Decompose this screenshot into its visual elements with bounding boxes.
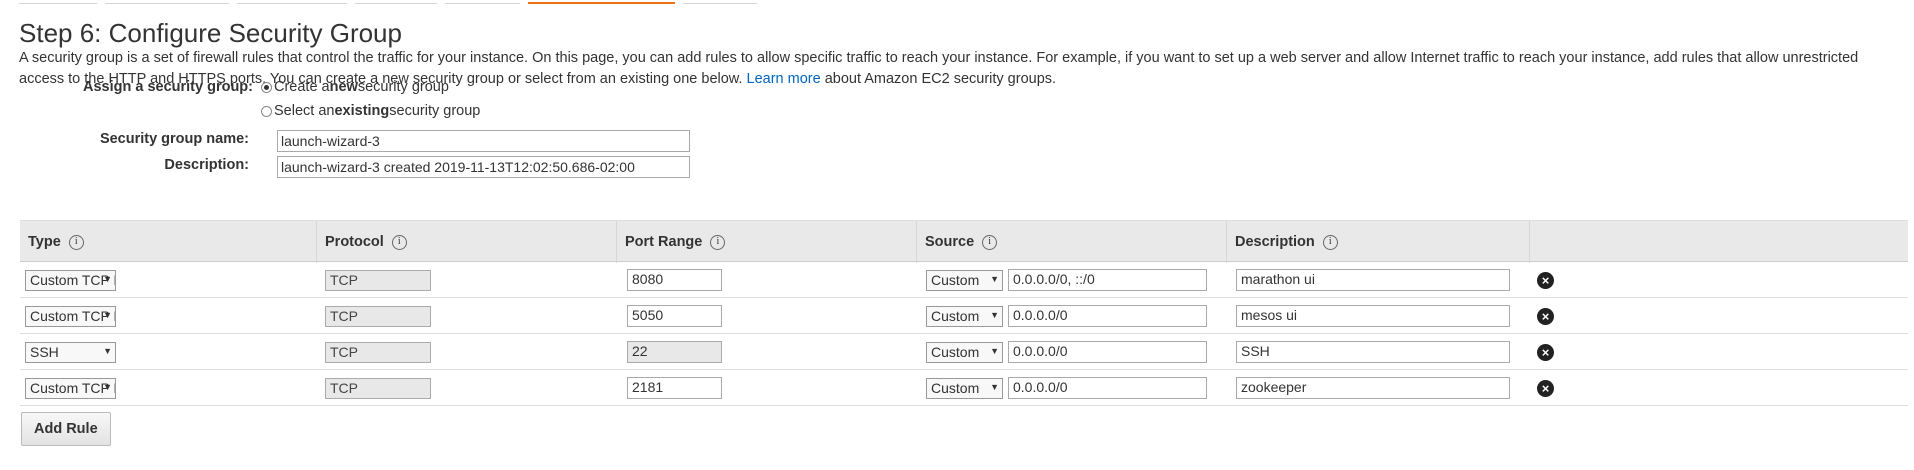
header-description-label: Description — [1235, 234, 1315, 250]
intro-suffix: about Amazon EC2 security groups. — [824, 71, 1057, 87]
source-type-value: Custom — [931, 272, 980, 288]
dropdown-arrow-icon: ▼ — [103, 382, 112, 392]
port-range-input[interactable]: 5050 — [627, 305, 722, 327]
source-type-select[interactable]: Custom ▼ — [926, 306, 1003, 327]
rule-description-input[interactable]: zookeeper — [1236, 377, 1510, 399]
rule-description-input[interactable]: mesos ui — [1236, 305, 1510, 327]
wizard-step-tab[interactable] — [355, 0, 437, 4]
protocol-field: TCP — [325, 378, 431, 399]
header-port-range-label: Port Range — [625, 234, 703, 250]
info-icon[interactable]: i — [68, 234, 84, 250]
type-select[interactable]: SSH ▼ — [25, 342, 116, 363]
type-select-value: SSH — [30, 344, 59, 360]
remove-rule-icon[interactable]: × — [1537, 344, 1554, 361]
source-type-select[interactable]: Custom ▼ — [926, 378, 1003, 399]
source-cidr-input[interactable]: 0.0.0.0/0 — [1008, 305, 1207, 327]
info-icon[interactable]: i — [710, 234, 726, 250]
group-name-input[interactable]: launch-wizard-3 — [277, 130, 690, 152]
table-header: Type i Protocol i Port Range i Source i … — [20, 220, 1908, 263]
type-select[interactable]: Custom TCP F ▼ — [25, 306, 116, 327]
security-rules-table: Type i Protocol i Port Range i Source i … — [20, 220, 1908, 406]
source-type-value: Custom — [931, 380, 980, 396]
rule-description-input[interactable]: marathon ui — [1236, 269, 1510, 291]
dropdown-arrow-icon: ▼ — [103, 310, 112, 320]
port-range-input[interactable]: 8080 — [627, 269, 722, 291]
learn-more-link[interactable]: Learn more — [747, 71, 821, 87]
remove-rule-icon[interactable]: × — [1537, 380, 1554, 397]
header-source-label: Source — [925, 234, 975, 250]
dropdown-arrow-icon: ▼ — [990, 382, 999, 392]
wizard-step-tab[interactable] — [445, 0, 520, 4]
type-select[interactable]: Custom TCP F ▼ — [25, 270, 116, 291]
description-label: Description: — [164, 157, 249, 173]
table-row: SSH ▼ TCP 22 Custom ▼ 0.0.0.0/0 SSH × — [20, 334, 1908, 370]
source-type-value: Custom — [931, 344, 980, 360]
add-rule-button[interactable]: Add Rule — [21, 412, 111, 446]
radio-select-existing[interactable]: Select an existing security group — [261, 103, 480, 119]
source-cidr-input[interactable]: 0.0.0.0/0, ::/0 — [1008, 269, 1207, 291]
remove-rule-icon[interactable]: × — [1537, 308, 1554, 325]
header-description[interactable]: Description i — [1226, 221, 1529, 263]
dropdown-arrow-icon: ▼ — [990, 274, 999, 284]
protocol-field: TCP — [325, 342, 431, 363]
header-protocol-label: Protocol — [325, 234, 384, 250]
protocol-field: TCP — [325, 270, 431, 291]
header-protocol[interactable]: Protocol i — [316, 221, 616, 263]
assign-group-label: Assign a security group: — [82, 79, 253, 95]
source-type-select[interactable]: Custom ▼ — [926, 342, 1003, 363]
radio-select-existing-bold: existing — [334, 103, 390, 119]
info-icon[interactable]: i — [982, 234, 998, 250]
wizard-steps-strip — [0, 0, 1914, 6]
dropdown-arrow-icon: ▼ — [990, 310, 999, 320]
table-row: Custom TCP F ▼ TCP 8080 Custom ▼ 0.0.0.0/0… — [20, 262, 1908, 298]
type-select[interactable]: Custom TCP F ▼ — [25, 378, 116, 399]
remove-rule-icon[interactable]: × — [1537, 272, 1554, 289]
source-cidr-input[interactable]: 0.0.0.0/0 — [1008, 341, 1207, 363]
radio-create-new[interactable]: Create a new security group — [261, 79, 449, 95]
header-type-label: Type — [28, 234, 61, 250]
dropdown-arrow-icon: ▼ — [990, 346, 999, 356]
header-actions — [1529, 221, 1561, 263]
rule-description-input[interactable]: SSH — [1236, 341, 1510, 363]
dropdown-arrow-icon: ▼ — [103, 346, 112, 356]
radio-create-new-bold: new — [329, 79, 358, 95]
port-range-input: 22 — [627, 341, 722, 363]
port-range-input[interactable]: 2181 — [627, 377, 722, 399]
source-type-select[interactable]: Custom ▼ — [926, 270, 1003, 291]
table-row: Custom TCP F ▼ TCP 5050 Custom ▼ 0.0.0.0/0… — [20, 298, 1908, 334]
wizard-step-tab[interactable] — [105, 0, 229, 4]
radio-button-checked[interactable] — [261, 81, 272, 93]
wizard-step-tab-active[interactable] — [528, 0, 675, 4]
wizard-step-tab[interactable] — [683, 0, 757, 4]
radio-button[interactable] — [261, 105, 272, 117]
source-type-value: Custom — [931, 308, 980, 324]
dropdown-arrow-icon: ▼ — [103, 274, 112, 284]
protocol-field: TCP — [325, 306, 431, 327]
wizard-step-tab[interactable] — [19, 0, 97, 4]
info-icon[interactable]: i — [391, 234, 407, 250]
header-port-range[interactable]: Port Range i — [616, 221, 916, 263]
radio-create-new-suffix: security group — [357, 79, 449, 95]
group-name-label: Security group name: — [99, 131, 249, 147]
header-source[interactable]: Source i — [916, 221, 1226, 263]
description-input[interactable]: launch-wizard-3 created 2019-11-13T12:02… — [277, 156, 690, 178]
table-row: Custom TCP F ▼ TCP 2181 Custom ▼ 0.0.0.0/0… — [20, 370, 1908, 406]
page-title: Step 6: Configure Security Group — [19, 18, 402, 48]
header-type[interactable]: Type i — [20, 221, 316, 263]
info-icon[interactable]: i — [1322, 234, 1338, 250]
radio-select-existing-prefix: Select an — [274, 103, 335, 119]
radio-create-new-prefix: Create a — [274, 79, 330, 95]
wizard-step-tab[interactable] — [237, 0, 347, 4]
source-cidr-input[interactable]: 0.0.0.0/0 — [1008, 377, 1207, 399]
radio-select-existing-suffix: security group — [389, 103, 481, 119]
